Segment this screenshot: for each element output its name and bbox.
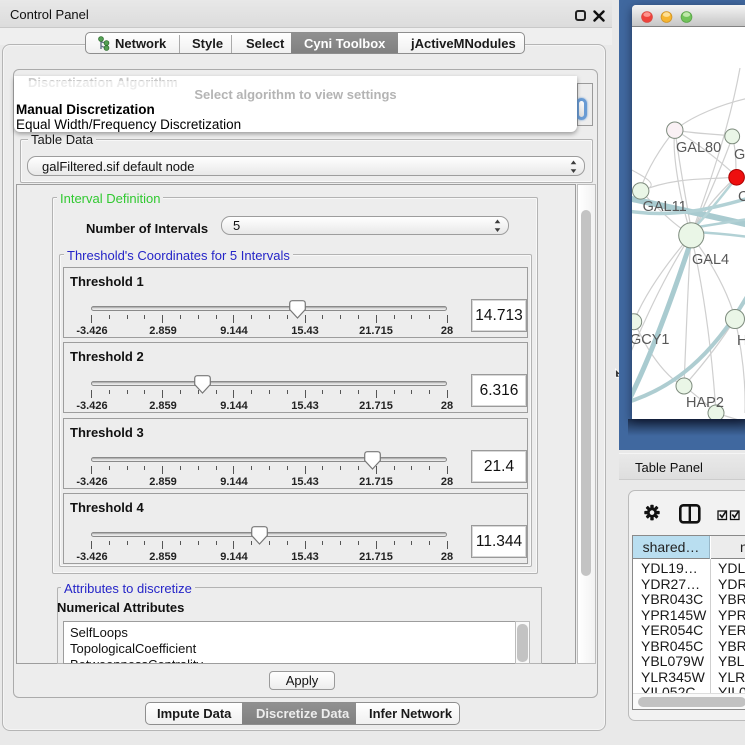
svg-text:GAL4: GAL4 — [692, 252, 729, 268]
svg-text:GAL11: GAL11 — [643, 199, 687, 215]
svg-text:GA: GA — [734, 147, 745, 163]
svg-text:H: H — [737, 333, 745, 349]
svg-text:C: C — [738, 189, 745, 205]
svg-text:HAP2: HAP2 — [686, 395, 724, 411]
svg-text:GCY1: GCY1 — [632, 332, 670, 348]
svg-text:GAL80: GAL80 — [676, 140, 721, 156]
